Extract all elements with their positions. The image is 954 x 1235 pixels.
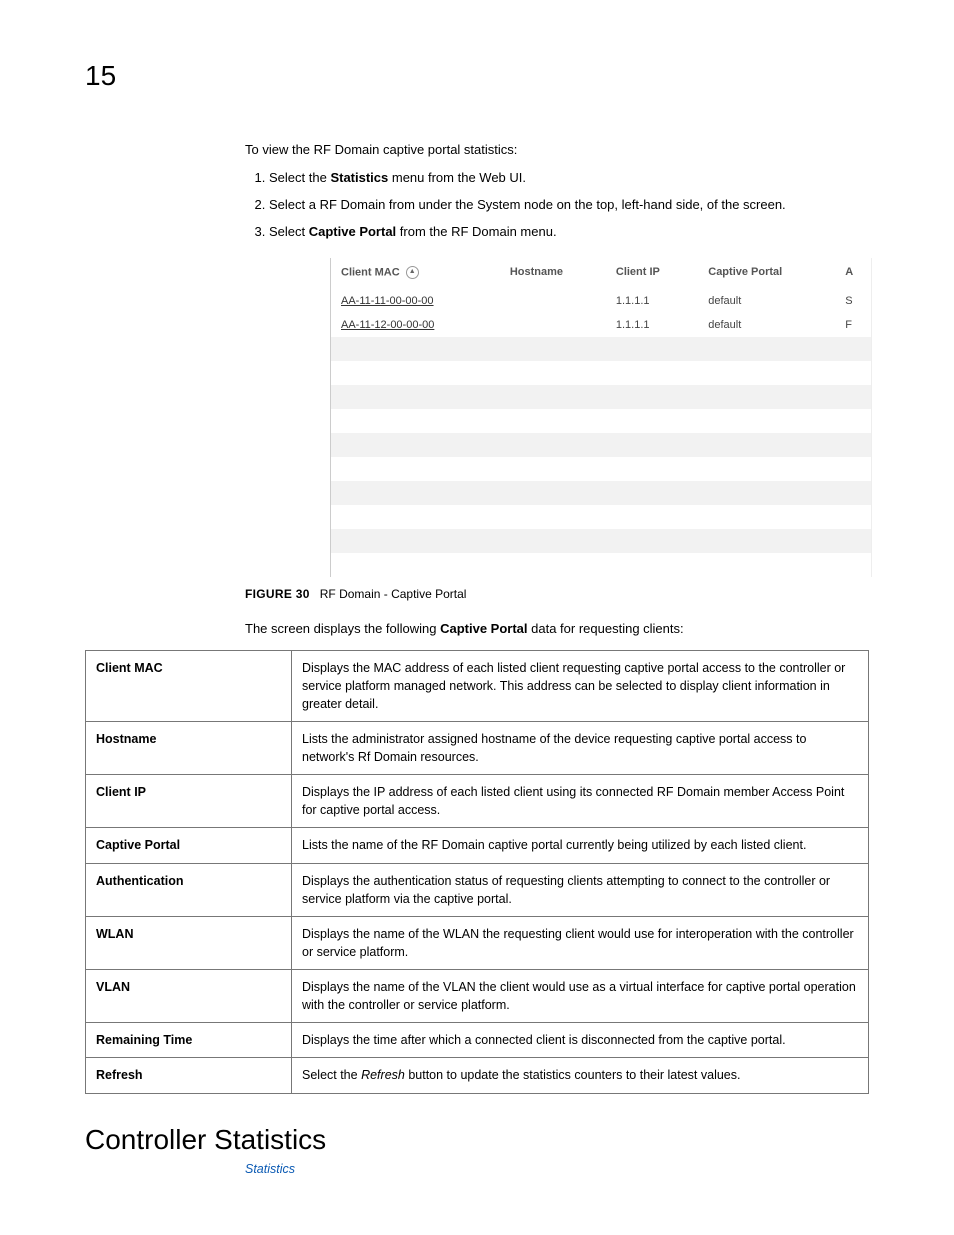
col-captive-portal[interactable]: Captive Portal bbox=[698, 258, 835, 289]
cell-portal: default bbox=[698, 313, 835, 337]
section-heading: Controller Statistics bbox=[85, 1124, 869, 1156]
desc-intro-bold: Captive Portal bbox=[440, 621, 527, 636]
row-label: WLAN bbox=[86, 916, 292, 969]
step-2: Select a RF Domain from under the System… bbox=[269, 196, 869, 215]
step-3-bold: Captive Portal bbox=[309, 224, 396, 239]
row-label: VLAN bbox=[86, 970, 292, 1023]
refresh-after: button to update the statistics counters… bbox=[405, 1068, 741, 1082]
intro-text: To view the RF Domain captive portal sta… bbox=[245, 142, 869, 157]
step-3: Select Captive Portal from the RF Domain… bbox=[269, 223, 869, 242]
cell-ip: 1.1.1.1 bbox=[606, 289, 698, 313]
row-label: Captive Portal bbox=[86, 828, 292, 863]
cell-hostname bbox=[500, 289, 606, 313]
table-row[interactable]: AA-11-12-00-00-00 1.1.1.1 default F bbox=[331, 313, 872, 337]
col-hostname[interactable]: Hostname bbox=[500, 258, 606, 289]
cell-portal: default bbox=[698, 289, 835, 313]
row-label: Client IP bbox=[86, 775, 292, 828]
chapter-number: 15 bbox=[85, 60, 869, 92]
desc-intro-before: The screen displays the following bbox=[245, 621, 440, 636]
screenshot-panel: Client MAC ▲ Hostname Client IP Captive P… bbox=[330, 258, 872, 577]
mac-link[interactable]: AA-11-11-00-00-00 bbox=[341, 295, 434, 307]
breadcrumb-link[interactable]: Statistics bbox=[245, 1162, 869, 1176]
refresh-italic: Refresh bbox=[361, 1068, 405, 1082]
row-label: Hostname bbox=[86, 721, 292, 774]
table-row[interactable]: AA-11-11-00-00-00 1.1.1.1 default S bbox=[331, 289, 872, 313]
figure-label: FIGURE 30 bbox=[245, 587, 310, 601]
step-3-before: Select bbox=[269, 224, 309, 239]
row-label: Remaining Time bbox=[86, 1023, 292, 1058]
row-text: Lists the administrator assigned hostnam… bbox=[292, 721, 869, 774]
cell-extra: S bbox=[835, 289, 872, 313]
refresh-before: Select the bbox=[302, 1068, 361, 1082]
step-1: Select the Statistics menu from the Web … bbox=[269, 169, 869, 188]
step-1-bold: Statistics bbox=[330, 170, 388, 185]
step-1-after: menu from the Web UI. bbox=[388, 170, 526, 185]
row-label: Authentication bbox=[86, 863, 292, 916]
figure-caption: FIGURE 30 RF Domain - Captive Portal bbox=[245, 587, 869, 601]
row-text: Displays the authentication status of re… bbox=[292, 863, 869, 916]
cell-ip: 1.1.1.1 bbox=[606, 313, 698, 337]
col-extra[interactable]: A bbox=[835, 258, 872, 289]
row-label: Client MAC bbox=[86, 650, 292, 721]
desc-intro-after: data for requesting clients: bbox=[528, 621, 684, 636]
row-text: Select the Refresh button to update the … bbox=[292, 1058, 869, 1093]
figure-text: RF Domain - Captive Portal bbox=[320, 587, 467, 601]
row-text: Displays the name of the VLAN the client… bbox=[292, 970, 869, 1023]
row-text: Displays the name of the WLAN the reques… bbox=[292, 916, 869, 969]
col-client-mac-label: Client MAC bbox=[341, 266, 400, 278]
captive-portal-table: Client MAC ▲ Hostname Client IP Captive P… bbox=[331, 258, 872, 577]
row-label: Refresh bbox=[86, 1058, 292, 1093]
row-text: Displays the MAC address of each listed … bbox=[292, 650, 869, 721]
row-text: Displays the time after which a connecte… bbox=[292, 1023, 869, 1058]
col-client-mac[interactable]: Client MAC ▲ bbox=[331, 258, 500, 289]
col-client-ip[interactable]: Client IP bbox=[606, 258, 698, 289]
step-2-before: Select a RF Domain from under the System… bbox=[269, 197, 786, 212]
cell-extra: F bbox=[835, 313, 872, 337]
row-text: Lists the name of the RF Domain captive … bbox=[292, 828, 869, 863]
desc-intro: The screen displays the following Captiv… bbox=[245, 621, 869, 636]
description-table: Client MACDisplays the MAC address of ea… bbox=[85, 650, 869, 1094]
cell-hostname bbox=[500, 313, 606, 337]
step-1-before: Select the bbox=[269, 170, 330, 185]
steps-list: Select the Statistics menu from the Web … bbox=[245, 169, 869, 242]
step-3-after: from the RF Domain menu. bbox=[396, 224, 556, 239]
row-text: Displays the IP address of each listed c… bbox=[292, 775, 869, 828]
mac-link[interactable]: AA-11-12-00-00-00 bbox=[341, 319, 434, 331]
sort-asc-icon[interactable]: ▲ bbox=[406, 266, 419, 279]
